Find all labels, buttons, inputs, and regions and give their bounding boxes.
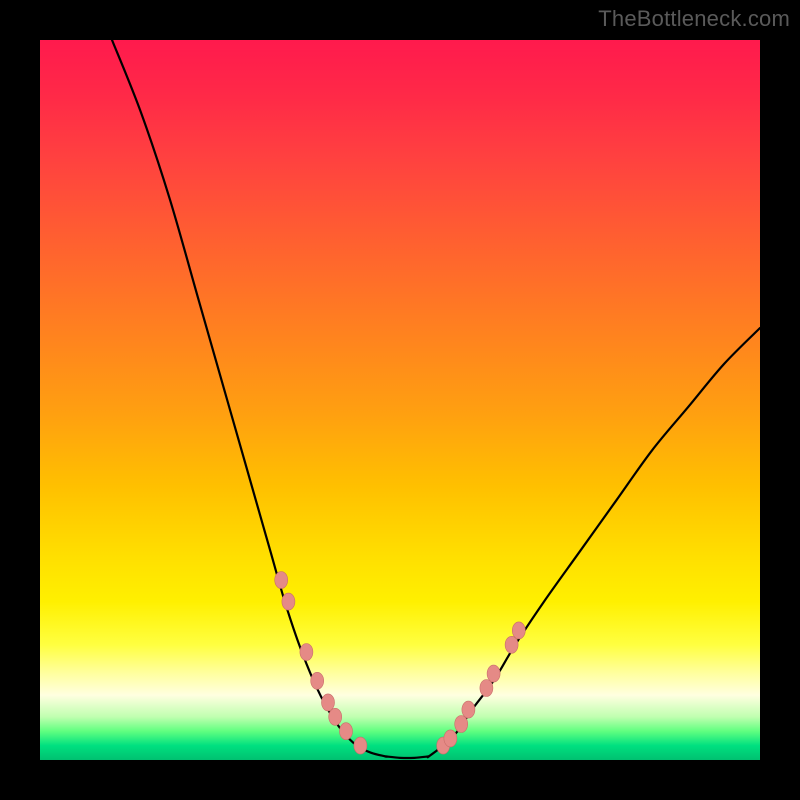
- data-marker: [444, 730, 457, 747]
- data-marker: [340, 723, 353, 740]
- data-marker: [311, 672, 324, 689]
- data-marker: [455, 716, 468, 733]
- chart-frame: TheBottleneck.com: [0, 0, 800, 800]
- curve-left: [112, 40, 429, 758]
- data-marker: [282, 593, 295, 610]
- data-marker: [512, 622, 525, 639]
- data-marker: [275, 572, 288, 589]
- curve-layer: [40, 40, 760, 760]
- data-marker: [505, 636, 518, 653]
- data-marker: [322, 694, 335, 711]
- data-marker: [462, 701, 475, 718]
- data-marker: [487, 665, 500, 682]
- data-marker: [329, 708, 342, 725]
- watermark-text: TheBottleneck.com: [598, 6, 790, 32]
- curve-right: [428, 328, 760, 757]
- data-marker: [300, 644, 313, 661]
- plot-area: [40, 40, 760, 760]
- markers-left: [275, 572, 367, 755]
- data-marker: [354, 737, 367, 754]
- markers-right: [437, 622, 526, 754]
- data-marker: [480, 680, 493, 697]
